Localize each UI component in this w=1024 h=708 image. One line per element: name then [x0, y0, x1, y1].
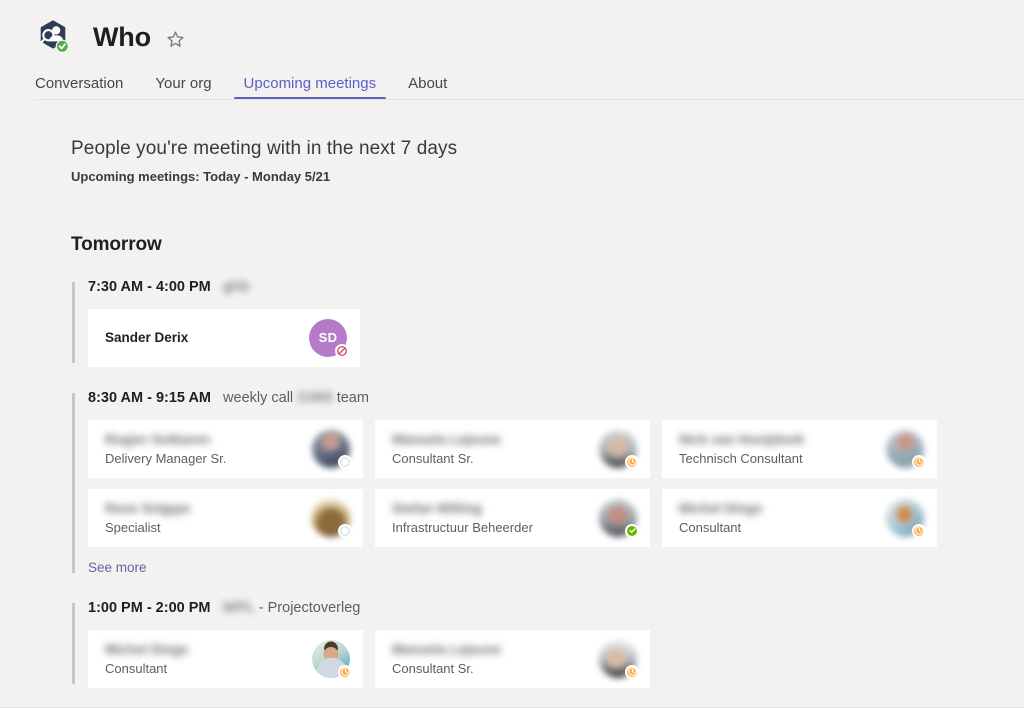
person-name: Stefan Wilting	[392, 500, 482, 516]
person-job-title: Consultant	[679, 519, 742, 535]
person-name: Rogier Gelbaren	[105, 431, 211, 447]
person-name: Manuela Lejeune	[392, 641, 501, 657]
page-title: Who	[93, 22, 151, 52]
meeting-header: 8:30 AM - 9:15 AM weekly call O365 team	[88, 389, 1024, 407]
star-outline-icon[interactable]	[165, 28, 187, 50]
person-card-grid: Michel Dings Consultant Manuela Lejeune …	[88, 629, 938, 688]
person-card[interactable]: Nick van Hooijdonk Technisch Consultant	[662, 419, 937, 478]
meeting-group: 7:30 AM - 4:00 PM ghb Sander Derix SD	[71, 278, 1024, 367]
presence-available-icon	[625, 523, 639, 538]
redacted-subject: ghb	[222, 278, 250, 295]
presence-away-icon	[912, 523, 926, 538]
avatar[interactable]	[312, 639, 352, 679]
who-app-people-search-icon	[33, 17, 75, 59]
redacted-subject: O365	[297, 389, 333, 406]
presence-unknown-icon	[338, 523, 352, 538]
person-card[interactable]: Stefan Wilting Infrastructuur Beheerder	[375, 488, 650, 547]
panel-subheading: Upcoming meetings: Today - Monday 5/21	[71, 168, 331, 184]
meeting-subject: weekly call O365 team	[223, 390, 369, 406]
avatar[interactable]: SD	[309, 318, 349, 358]
avatar[interactable]	[312, 429, 352, 469]
meeting-subject: WPL - Projectoverleg	[223, 600, 361, 616]
avatar[interactable]	[599, 429, 639, 469]
meeting-header: 7:30 AM - 4:00 PM ghb	[88, 278, 1024, 296]
person-job-title: Infrastructuur Beheerder	[392, 519, 533, 535]
person-name: Michel Dings	[105, 641, 189, 657]
person-card-grid: Rogier Gelbaren Delivery Manager Sr. Man…	[88, 419, 938, 547]
tab-your-org[interactable]: Your org	[145, 76, 221, 100]
app-header: Who	[0, 0, 1024, 62]
person-job-title: Technisch Consultant	[679, 450, 803, 466]
person-job-title: Consultant Sr.	[392, 660, 474, 676]
subject-suffix: team	[336, 389, 369, 406]
tab-about[interactable]: About	[398, 76, 457, 100]
subject-prefix: weekly call	[223, 389, 294, 406]
person-card-grid: Sander Derix SD	[88, 308, 938, 367]
person-card[interactable]: Sander Derix SD	[88, 308, 360, 367]
meeting-time: 1:00 PM - 2:00 PM	[88, 599, 211, 616]
tab-bar: Conversation Your org Upcoming meetings …	[0, 62, 1024, 100]
redacted-subject: WPL	[222, 599, 255, 616]
person-job-title: Consultant Sr.	[392, 450, 474, 466]
person-name: Nick van Hooijdonk	[679, 431, 805, 447]
tab-upcoming-meetings[interactable]: Upcoming meetings	[233, 76, 387, 100]
person-card[interactable]: Michel Dings Consultant	[88, 629, 363, 688]
avatar[interactable]	[886, 429, 926, 469]
avatar[interactable]	[599, 498, 639, 538]
meeting-time: 7:30 AM - 4:00 PM	[88, 278, 211, 295]
person-name: Sander Derix	[105, 330, 189, 346]
person-job-title: Delivery Manager Sr.	[105, 450, 227, 466]
avatar[interactable]	[312, 498, 352, 538]
presence-dnd-icon	[335, 343, 349, 358]
person-name: Rene Snijppe	[105, 500, 191, 516]
presence-away-icon	[625, 454, 639, 469]
presence-away-icon	[625, 664, 639, 679]
who-app-window: Who Conversation Your org Upcoming meeti…	[0, 0, 1024, 708]
person-job-title: Specialist	[105, 519, 161, 535]
person-card[interactable]: Rene Snijppe Specialist	[88, 488, 363, 547]
day-heading-tomorrow: Tomorrow	[71, 233, 162, 255]
meeting-group: 8:30 AM - 9:15 AM weekly call O365 team …	[71, 389, 1024, 577]
person-card[interactable]: Rogier Gelbaren Delivery Manager Sr.	[88, 419, 363, 478]
person-card[interactable]: Manuela Lejeune Consultant Sr.	[375, 629, 650, 688]
presence-away-icon	[912, 454, 926, 469]
person-card[interactable]: Michel Dings Consultant	[662, 488, 937, 547]
see-more-link[interactable]: See more	[88, 560, 147, 575]
meeting-group: 1:00 PM - 2:00 PM WPL - Projectoverleg M…	[71, 599, 1024, 688]
subject-suffix: - Projectoverleg	[258, 599, 361, 616]
presence-away-icon	[338, 664, 352, 679]
person-job-title: Consultant	[105, 660, 168, 676]
meeting-time: 8:30 AM - 9:15 AM	[88, 389, 212, 406]
presence-unknown-icon	[338, 454, 352, 469]
person-name: Manuela Lejeune	[392, 431, 501, 447]
tab-conversation[interactable]: Conversation	[25, 76, 133, 100]
avatar[interactable]	[886, 498, 926, 538]
upcoming-meetings-panel: People you're meeting with in the next 7…	[0, 100, 1024, 688]
person-name: Michel Dings	[679, 500, 763, 516]
avatar[interactable]	[599, 639, 639, 679]
person-card[interactable]: Manuela Lejeune Consultant Sr.	[375, 419, 650, 478]
meeting-header: 1:00 PM - 2:00 PM WPL - Projectoverleg	[88, 599, 1024, 617]
meeting-subject: ghb	[223, 279, 250, 295]
panel-heading: People you're meeting with in the next 7…	[71, 138, 458, 159]
